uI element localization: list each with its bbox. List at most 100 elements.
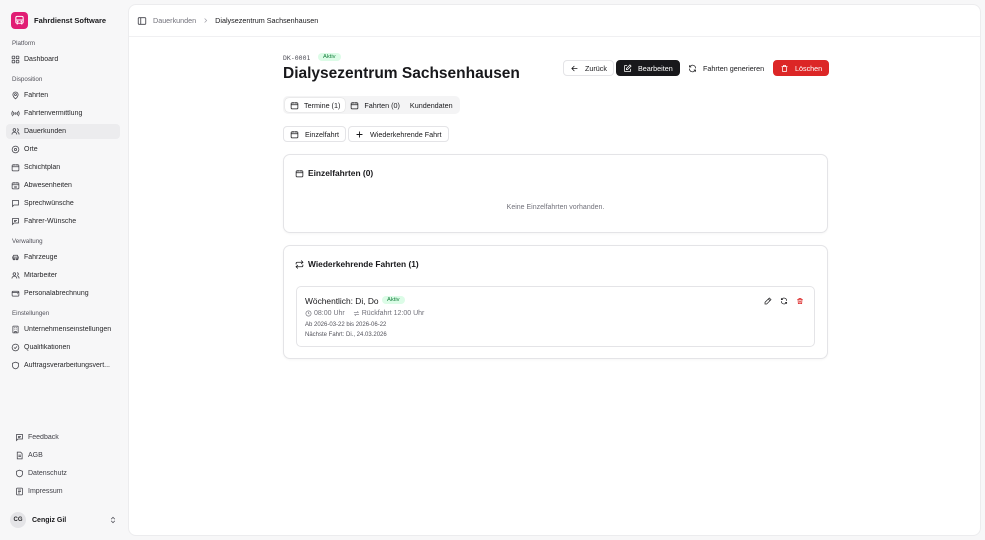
brand-logo-icon — [11, 11, 28, 29]
calendar-off-icon — [11, 182, 20, 190]
footer-item-impressum[interactable]: Impressum — [10, 484, 120, 499]
user-menu[interactable]: CG Cengiz Gil — [10, 511, 120, 529]
sidebar-item-label: Dauerkunden — [24, 128, 67, 135]
sidebar-item-orte[interactable]: Orte — [6, 142, 120, 157]
brand[interactable]: Fahrdienst Software — [11, 11, 106, 29]
building-icon — [12, 325, 19, 334]
section-platform: Platform — [12, 40, 36, 47]
section-disposition: Disposition — [12, 76, 43, 83]
sidebar-item-label: Fahrer-Wünsche — [24, 218, 77, 225]
sidebar-item-personalabrechnung[interactable]: Personalabrechnung — [6, 286, 120, 301]
page-title: Dialysezentrum Sachsenhausen — [283, 65, 520, 82]
repeat-icon — [295, 259, 304, 269]
sidebar-item-auftragsverarbeitung[interactable]: Auftragsverarbeitungsvert... — [6, 358, 120, 373]
pencil-icon[interactable] — [764, 297, 772, 305]
sidebar-toggle-icon[interactable] — [137, 16, 147, 26]
location-icon — [11, 145, 20, 154]
sidebar-item-label: Abwesenheiten — [24, 182, 72, 189]
card-title-text: Einzelfahrten (0) — [308, 168, 374, 178]
sidebar-item-label: Qualifikationen — [24, 344, 71, 351]
list-item[interactable]: Wöchentlich: Di, Do Aktiv 08:00 Uhr Rück… — [296, 286, 815, 347]
sidebar-item-label: Personalabrechnung — [24, 290, 89, 297]
main-content: Dauerkunden Dialysezentrum Sachsenhausen… — [128, 4, 981, 536]
tab-termine[interactable]: Termine (1) — [285, 98, 346, 112]
sidebar-item-label: Fahrten — [24, 92, 49, 99]
user-name: Cengiz Gil — [32, 516, 67, 524]
chevrons-up-down-icon — [110, 516, 116, 524]
sidebar-item-fahrer-wuensche[interactable]: Fahrer-Wünsche — [6, 214, 120, 229]
ride-schedule: Wöchentlich: Di, Do — [305, 296, 379, 306]
recurring-rides-card: Wiederkehrende Fahrten (1) Wöchentlich: … — [283, 245, 828, 359]
empty-state: Keine Einzelfahrten vorhanden. — [506, 204, 605, 211]
tab-label: Kundendaten — [409, 100, 453, 110]
sidebar-item-label: Fahrtenvermittlung — [24, 110, 83, 117]
sidebar-item-unternehmenseinstellungen[interactable]: Unternehmenseinstellungen — [6, 322, 120, 337]
delete-button-label: Löschen — [795, 63, 823, 73]
tab-kundendaten[interactable]: Kundendaten — [405, 98, 458, 112]
sidebar-item-label: Mitarbeiter — [24, 272, 58, 279]
team-icon — [11, 272, 20, 279]
topbar: Dauerkunden Dialysezentrum Sachsenhausen — [129, 5, 980, 37]
tab-fahrten[interactable]: Fahrten (0) — [345, 98, 405, 112]
add-single-ride-label: Einzelfahrt — [305, 129, 339, 139]
footer-item-label: Datenschutz — [28, 470, 67, 477]
delete-button[interactable]: Löschen — [773, 60, 830, 76]
back-button-label: Zurück — [585, 63, 607, 73]
calendar-icon — [295, 169, 304, 177]
footer-item-feedback[interactable]: Feedback — [10, 430, 120, 445]
users-icon — [11, 128, 20, 135]
trash-icon — [781, 64, 788, 72]
swap-icon — [353, 311, 359, 316]
breadcrumb-current: Dialysezentrum Sachsenhausen — [215, 16, 319, 25]
calendar-icon — [11, 164, 20, 172]
footer-item-agb[interactable]: AGB — [10, 448, 120, 463]
sidebar: Fahrdienst Software Platform Dashboard D… — [0, 0, 128, 540]
card-title: Einzelfahrten (0) — [295, 168, 373, 178]
refresh-icon[interactable] — [780, 297, 788, 305]
section-einstellungen: Einstellungen — [12, 310, 50, 317]
map-pin-icon — [12, 91, 19, 100]
message-icon — [12, 200, 19, 208]
sidebar-item-fahrten[interactable]: Fahrten — [6, 88, 120, 103]
tab-list: Termine (1) Fahrten (0) Kundendaten — [283, 96, 460, 114]
section-verwaltung: Verwaltung — [12, 238, 43, 245]
add-recurring-ride-button[interactable]: Wiederkehrende Fahrt — [348, 126, 449, 142]
sidebar-item-label: Sprechwünsche — [24, 200, 74, 207]
status-badge: Aktiv — [382, 296, 405, 304]
sidebar-item-dauerkunden[interactable]: Dauerkunden — [6, 124, 120, 139]
sidebar-item-label: Orte — [24, 146, 38, 153]
footer-item-datenschutz[interactable]: Datenschutz — [10, 466, 120, 481]
breadcrumb: Dauerkunden Dialysezentrum Sachsenhausen — [153, 16, 318, 25]
info-document-icon — [16, 487, 23, 496]
sidebar-item-qualifikationen[interactable]: Qualifikationen — [6, 340, 120, 355]
generate-rides-button[interactable]: Fahrten generieren — [681, 60, 772, 76]
dashboard-icon — [11, 55, 20, 64]
add-single-ride-button[interactable]: Einzelfahrt — [283, 126, 346, 142]
sidebar-item-sprechwuensche[interactable]: Sprechwünsche — [6, 196, 120, 211]
refresh-icon — [689, 64, 696, 72]
back-button[interactable]: Zurück — [563, 60, 614, 76]
edit-button[interactable]: Bearbeiten — [616, 60, 680, 76]
sidebar-item-fahrzeuge[interactable]: Fahrzeuge — [6, 250, 120, 265]
check-circle-icon — [11, 343, 20, 352]
tab-label: Termine (1) — [304, 100, 341, 110]
breadcrumb-parent[interactable]: Dauerkunden — [153, 16, 196, 25]
footer-item-label: Impressum — [28, 488, 63, 495]
arrow-left-icon — [571, 65, 578, 71]
calendar-icon — [290, 130, 299, 138]
clock-icon — [305, 310, 312, 317]
sidebar-item-abwesenheiten[interactable]: Abwesenheiten — [6, 178, 120, 193]
trash-icon[interactable] — [796, 297, 804, 305]
card-title: Wiederkehrende Fahrten (1) — [295, 259, 419, 269]
wallet-icon — [11, 290, 20, 297]
plus-icon — [356, 130, 363, 138]
sidebar-item-dashboard[interactable]: Dashboard — [6, 52, 120, 67]
sidebar-item-label: Fahrzeuge — [24, 254, 58, 261]
avatar: CG — [10, 512, 26, 528]
sidebar-item-mitarbeiter[interactable]: Mitarbeiter — [6, 268, 120, 283]
sidebar-item-fahrtenvermittlung[interactable]: Fahrtenvermittlung — [6, 106, 120, 121]
sidebar-item-schichtplan[interactable]: Schichtplan — [6, 160, 120, 175]
footer-item-label: AGB — [28, 452, 43, 459]
sidebar-item-label: Dashboard — [24, 56, 59, 63]
edit-icon — [624, 63, 632, 72]
